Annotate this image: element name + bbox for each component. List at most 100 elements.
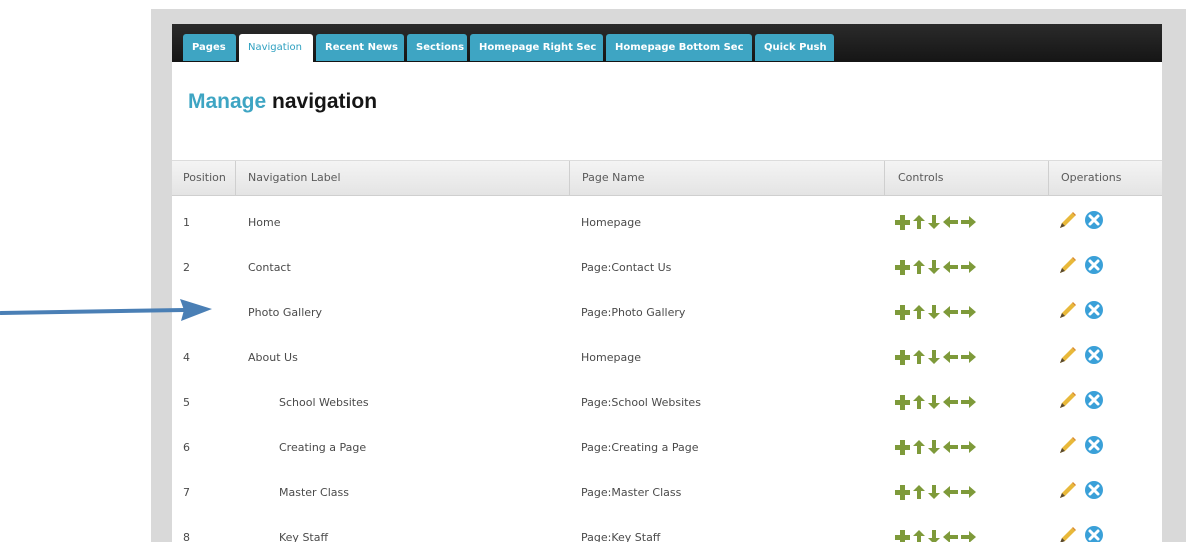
tab-pages[interactable]: Pages (183, 34, 236, 61)
add-icon[interactable] (895, 529, 910, 542)
delete-icon[interactable] (1084, 345, 1104, 365)
add-icon[interactable] (895, 394, 910, 410)
table-row: 8 Key Staff Page:Key Staff (172, 515, 1162, 542)
edit-pencil-icon[interactable] (1058, 436, 1077, 455)
row-controls (895, 214, 979, 230)
move-up-icon[interactable] (913, 440, 925, 454)
outdent-icon[interactable] (943, 530, 958, 542)
row-position: 4 (183, 351, 190, 364)
row-navigation-label: Contact (248, 261, 291, 274)
tab-homepage-right-sec[interactable]: Homepage Right Sec (470, 34, 603, 61)
move-down-icon[interactable] (928, 260, 940, 274)
move-up-icon[interactable] (913, 260, 925, 274)
indent-icon[interactable] (961, 350, 976, 364)
edit-pencil-icon[interactable] (1058, 211, 1077, 230)
page-title: Manage navigation (188, 90, 377, 114)
column-header-controls: Controls (884, 161, 1048, 195)
row-operations (1058, 390, 1104, 410)
delete-icon[interactable] (1084, 525, 1104, 542)
tab-list: Pages Navigation Recent News Sections Homepa… (183, 34, 837, 62)
move-down-icon[interactable] (928, 395, 940, 409)
page-title-navigation: navigation (272, 90, 378, 113)
row-position: 2 (183, 261, 190, 274)
move-up-icon[interactable] (913, 350, 925, 364)
indent-icon[interactable] (961, 260, 976, 274)
column-header-navigation-label: Navigation Label (235, 161, 569, 195)
row-operations (1058, 525, 1104, 542)
move-down-icon[interactable] (928, 530, 940, 542)
row-position: 1 (183, 216, 190, 229)
table-row: 7 Master Class Page:Master Class (172, 470, 1162, 515)
row-position: 5 (183, 396, 190, 409)
edit-pencil-icon[interactable] (1058, 256, 1077, 275)
move-up-icon[interactable] (913, 530, 925, 542)
tab-quick-push[interactable]: Quick Push (755, 34, 834, 61)
move-down-icon[interactable] (928, 215, 940, 229)
row-page-name: Page:Key Staff (581, 531, 661, 542)
delete-icon[interactable] (1084, 480, 1104, 500)
row-operations (1058, 300, 1104, 320)
row-controls (895, 259, 979, 275)
row-page-name: Page:Master Class (581, 486, 682, 499)
add-icon[interactable] (895, 214, 910, 230)
column-header-operations: Operations (1048, 161, 1162, 195)
edit-pencil-icon[interactable] (1058, 526, 1077, 542)
row-navigation-label: Master Class (279, 486, 350, 499)
outdent-icon[interactable] (943, 305, 958, 319)
add-icon[interactable] (895, 439, 910, 455)
outdent-icon[interactable] (943, 395, 958, 409)
move-up-icon[interactable] (913, 215, 925, 229)
move-down-icon[interactable] (928, 350, 940, 364)
row-controls (895, 304, 979, 320)
row-controls (895, 394, 979, 410)
indent-icon[interactable] (961, 395, 976, 409)
delete-icon[interactable] (1084, 300, 1104, 320)
tab-navigation[interactable]: Navigation (239, 34, 313, 62)
edit-pencil-icon[interactable] (1058, 481, 1077, 500)
row-navigation-label: Key Staff (279, 531, 329, 542)
row-navigation-label: Home (248, 216, 281, 229)
row-page-name: Page:Creating a Page (581, 441, 699, 454)
table-header: Position Navigation Label Page Name Cont… (172, 160, 1162, 196)
table-row: 4 About Us Homepage (172, 335, 1162, 380)
move-up-icon[interactable] (913, 485, 925, 499)
move-up-icon[interactable] (913, 395, 925, 409)
delete-icon[interactable] (1084, 255, 1104, 275)
outdent-icon[interactable] (943, 215, 958, 229)
add-icon[interactable] (895, 349, 910, 365)
row-controls (895, 439, 979, 455)
move-down-icon[interactable] (928, 305, 940, 319)
add-icon[interactable] (895, 259, 910, 275)
add-icon[interactable] (895, 484, 910, 500)
outdent-icon[interactable] (943, 440, 958, 454)
move-up-icon[interactable] (913, 305, 925, 319)
move-down-icon[interactable] (928, 485, 940, 499)
indent-icon[interactable] (961, 530, 976, 542)
row-controls (895, 529, 979, 542)
delete-icon[interactable] (1084, 210, 1104, 230)
delete-icon[interactable] (1084, 390, 1104, 410)
table-row: 1 Home Homepage (172, 200, 1162, 245)
row-navigation-label: Creating a Page (279, 441, 367, 454)
indent-icon[interactable] (961, 440, 976, 454)
tab-sections[interactable]: Sections (407, 34, 467, 61)
row-operations (1058, 480, 1104, 500)
row-position: 8 (183, 531, 190, 542)
outdent-icon[interactable] (943, 485, 958, 499)
tab-recent-news[interactable]: Recent News (316, 34, 404, 61)
delete-icon[interactable] (1084, 435, 1104, 455)
outdent-icon[interactable] (943, 350, 958, 364)
table-row: 3Photo GalleryPage:Photo Gallery (172, 290, 1162, 335)
column-header-page-name: Page Name (569, 161, 884, 195)
row-operations (1058, 435, 1104, 455)
indent-icon[interactable] (961, 485, 976, 499)
edit-pencil-icon[interactable] (1058, 301, 1077, 320)
edit-pencil-icon[interactable] (1058, 346, 1077, 365)
outdent-icon[interactable] (943, 260, 958, 274)
add-icon[interactable] (895, 304, 910, 320)
edit-pencil-icon[interactable] (1058, 391, 1077, 410)
tab-homepage-bottom-sec[interactable]: Homepage Bottom Sec (606, 34, 752, 61)
indent-icon[interactable] (961, 215, 976, 229)
move-down-icon[interactable] (928, 440, 940, 454)
indent-icon[interactable] (961, 305, 976, 319)
